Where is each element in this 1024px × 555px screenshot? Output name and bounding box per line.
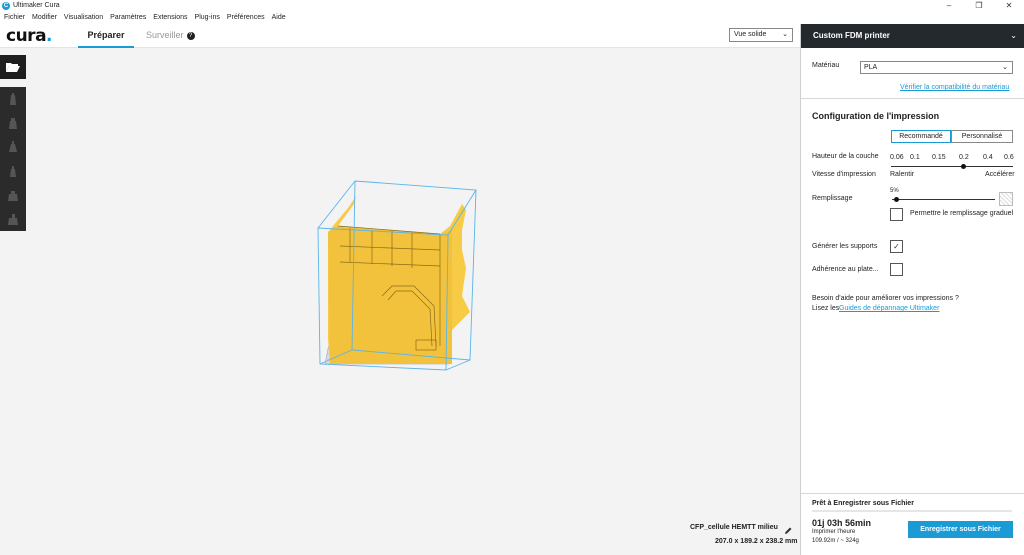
menu-settings[interactable]: Paramètres: [110, 12, 146, 24]
infill-handle[interactable]: [894, 197, 900, 202]
move-tool-button[interactable]: [0, 87, 26, 111]
left-toolbar: [0, 55, 26, 231]
top-header: cura. Préparer Surveiller?: [0, 24, 800, 48]
help-text: Besoin d'aide pour améliorer vos impress…: [812, 295, 959, 302]
menu-file[interactable]: Fichier: [4, 12, 25, 24]
infill-slider[interactable]: [892, 199, 995, 200]
window-title: Ultimaker Cura: [13, 2, 60, 9]
config-title: Configuration de l'impression: [812, 111, 940, 121]
mirror-tool-button[interactable]: [0, 159, 26, 183]
rotate-tool-button[interactable]: [0, 135, 26, 159]
menu-help[interactable]: Aide: [272, 12, 286, 24]
object-name: CFP_cellule HEMTT milieu: [690, 524, 778, 531]
layer-height-slider[interactable]: [891, 166, 1013, 167]
help-icon: ?: [186, 32, 195, 40]
adhesion-checkbox[interactable]: [890, 263, 903, 276]
machine-selector[interactable]: Custom FDM printer ⌄: [801, 24, 1024, 48]
support-label: Générer les supports: [812, 243, 878, 250]
menu-preferences[interactable]: Préférences: [227, 12, 265, 24]
layer-height-tick: 0.15: [932, 154, 946, 161]
tab-prepare[interactable]: Préparer: [78, 30, 134, 48]
material-label: Matériau: [812, 62, 840, 69]
menu-view[interactable]: Visualisation: [64, 12, 103, 24]
adhesion-label: Adhérence au plate...: [812, 266, 879, 273]
layer-height-handle[interactable]: [961, 164, 966, 169]
maximize-button[interactable]: ❐: [964, 0, 994, 12]
model-cfp-cellule: [328, 196, 470, 364]
layer-height-tick: 0.2: [959, 154, 969, 161]
per-model-settings-button[interactable]: [0, 183, 26, 207]
scale-tool-button[interactable]: [0, 111, 26, 135]
rotate-icon: [9, 141, 17, 152]
layer-height-tick: 0.1: [910, 154, 920, 161]
minimize-button[interactable]: –: [934, 0, 964, 12]
object-dimensions: 207.0 x 189.2 x 238.2 mm: [715, 538, 798, 545]
open-file-button[interactable]: [0, 55, 26, 79]
cura-logo: cura.: [6, 26, 53, 46]
infill-value: 5%: [890, 188, 899, 194]
tab-monitor[interactable]: Surveiller?: [146, 30, 195, 48]
infill-pattern-icon: [999, 192, 1013, 206]
edit-name-icon[interactable]: [784, 522, 793, 534]
support-blocker-icon: [8, 214, 18, 225]
menu-extensions[interactable]: Extensions: [153, 12, 187, 24]
scale-icon: [9, 118, 17, 129]
material-compat-link[interactable]: Vérifier la compatibilité du matériau: [900, 84, 1009, 91]
output-title: Prêt à Enregistrer sous Fichier: [812, 500, 914, 507]
chevron-down-icon: ⌄: [1010, 31, 1017, 40]
chevron-down-icon: ⌄: [782, 31, 788, 38]
save-to-file-button[interactable]: Enregistrer sous Fichier: [908, 521, 1013, 538]
material-select[interactable]: PLA ⌄: [860, 61, 1013, 74]
menu-bar: Fichier Modifier Visualisation Paramètre…: [0, 12, 1024, 24]
open-folder-icon: [6, 63, 20, 72]
help-text-prefix: Lisez les: [812, 305, 840, 312]
layer-height-tick: 0.4: [983, 154, 993, 161]
chevron-down-icon: ⌄: [1002, 64, 1008, 71]
print-time-label: Imprimer l'heure: [812, 529, 856, 535]
print-time: 01j 03h 56min: [812, 518, 872, 528]
close-button[interactable]: ✕: [994, 0, 1024, 12]
view-mode-select[interactable]: Vue solide ⌄: [729, 28, 793, 42]
layer-height-label: Hauteur de la couche: [812, 153, 879, 160]
3d-viewport[interactable]: CFP_cellule HEMTT milieu 207.0 x 189.2 x…: [0, 48, 800, 555]
speed-fast-label: Accélérer: [985, 171, 1015, 178]
title-bar: C Ultimaker Cura – ❐ ✕: [0, 0, 1024, 12]
settings-sidebar: Custom FDM printer ⌄ Matériau PLA ⌄ Vérifi…: [800, 24, 1024, 555]
speed-slow-label: Ralentir: [890, 171, 915, 178]
support-checkbox[interactable]: ✓: [890, 240, 903, 253]
speed-label: Vitesse d'impression: [812, 171, 876, 178]
gradual-infill-checkbox[interactable]: [890, 208, 903, 221]
mode-recommended-button[interactable]: Recommandé: [891, 130, 951, 143]
menu-plugins[interactable]: Plug-ins: [195, 12, 220, 24]
gradual-infill-label: Permettre le remplissage graduel: [910, 210, 1014, 217]
divider: [801, 493, 1024, 494]
mirror-icon: [10, 166, 16, 177]
menu-edit[interactable]: Modifier: [32, 12, 57, 24]
material-usage: 109.92m / ~ 324g: [812, 538, 859, 544]
divider: [801, 98, 1024, 99]
per-model-settings-icon: [8, 191, 18, 201]
scene-render: [317, 180, 477, 371]
move-icon: [10, 93, 16, 105]
support-blocker-button[interactable]: [0, 207, 26, 231]
output-progress-bar: [812, 510, 1012, 512]
troubleshooting-link[interactable]: Guides de dépannage Ultimaker: [839, 305, 939, 312]
layer-height-tick: 0.6: [1004, 154, 1014, 161]
layer-height-tick: 0.06: [890, 154, 904, 161]
mode-custom-button[interactable]: Personnalisé: [951, 130, 1013, 143]
cura-app-icon: C: [2, 2, 10, 10]
infill-label: Remplissage: [812, 195, 853, 202]
